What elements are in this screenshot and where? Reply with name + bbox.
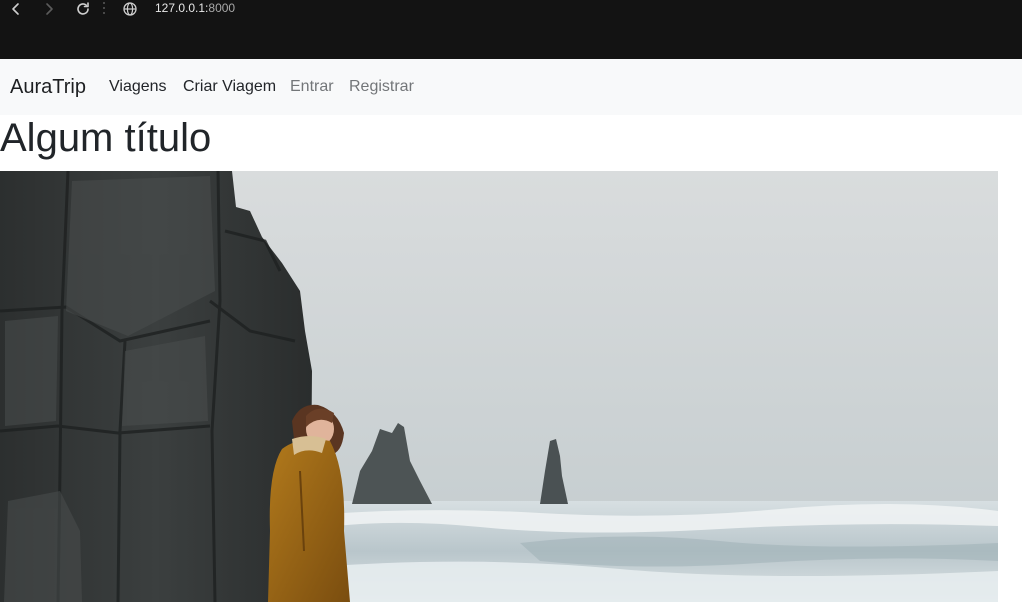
brand-link[interactable]: AuraTrip [10, 75, 86, 99]
site-navbar: AuraTrip Viagens Criar Viagem Entrar Reg… [0, 59, 1022, 115]
reload-icon[interactable] [74, 0, 92, 18]
url-host: 127.0.0.1: [155, 1, 209, 15]
nav-link-criar-viagem[interactable]: Criar Viagem [183, 77, 276, 97]
url-port: 8000 [208, 1, 236, 15]
hero-image [0, 171, 998, 602]
page-title: Algum título [0, 116, 212, 160]
address-bar[interactable]: 127.0.0.1:8000 [155, 0, 235, 18]
forward-arrow-icon[interactable] [40, 0, 58, 18]
nav-link-registrar[interactable]: Registrar [349, 77, 414, 97]
back-arrow-icon[interactable] [7, 0, 25, 18]
nav-link-viagens[interactable]: Viagens [109, 77, 167, 97]
nav-link-entrar[interactable]: Entrar [290, 77, 334, 97]
toolbar-separator [103, 2, 105, 14]
browser-toolbar: 127.0.0.1:8000 [0, 0, 1022, 59]
site-info-icon[interactable] [121, 0, 139, 18]
